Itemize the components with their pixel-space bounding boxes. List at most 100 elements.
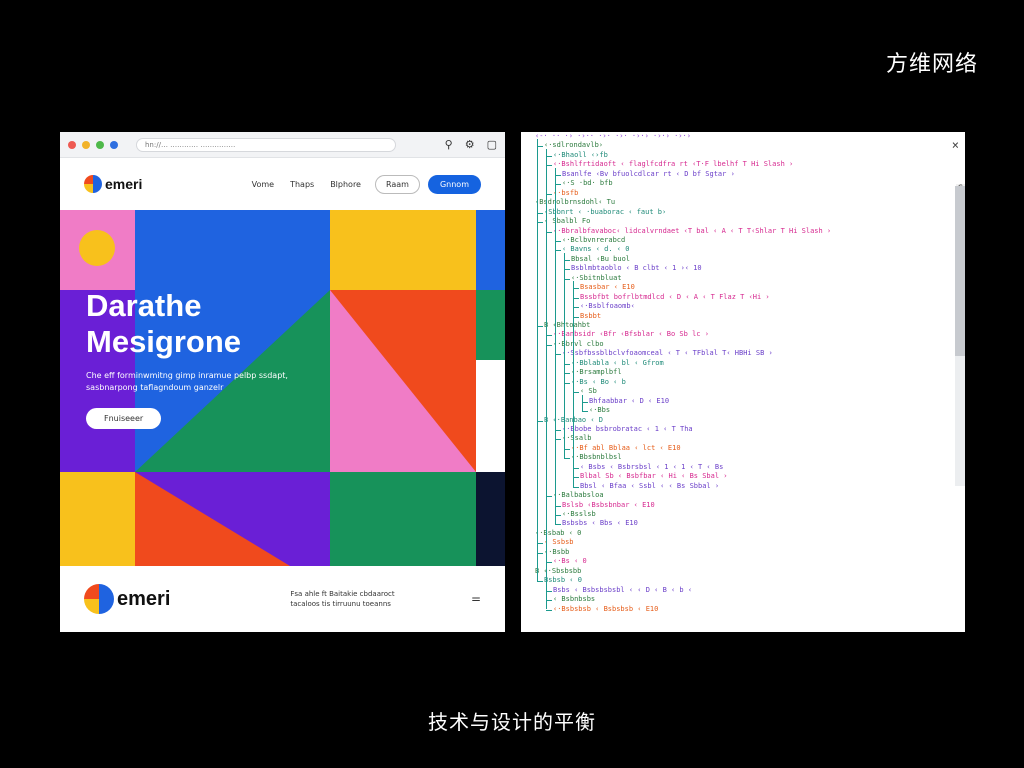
code-line: ‹·bsfb [553,188,579,197]
brand-label: 方维网络 [885,52,978,77]
site-logo[interactable]: emeri [84,175,142,193]
footer-logo[interactable]: emeri [84,584,170,614]
code-line: ‹·S ·bd· bfb [562,179,613,188]
code-tree-panel: × G ‹-· ·· ·› ·›·· ·›· ·›· ·›·› ·›·› ·›·… [521,132,965,632]
logo-text: emeri [105,176,143,192]
code-line: ‹·sdlrondavlb› [544,141,604,150]
logo-mark-icon [84,175,102,193]
code-line: ‹·Bsbb [544,547,570,556]
hero-section: Darathe Mesigrone Che eff forminwmitng g… [60,210,505,566]
hero-title-line: Darathe [86,288,202,323]
footer-text: Fsa ahle ft Baitakie cbdaaroct tacaloos … [290,590,395,608]
code-line: ‹·Brsamplbfl [571,368,622,377]
secondary-button[interactable]: Raam [374,174,420,194]
nav-link[interactable]: Blphore [330,180,361,189]
hero-subtitle: Che eff forminwmitng gimp inramue pelbp … [86,371,288,392]
code-line: ‹·Ssalb [562,434,592,443]
code-line: Blbal Sb ‹ Bsbfbar ‹ Hi ‹ Bs Sbal › [580,472,728,481]
code-line: ‹·Bbralbfavaboc‹ lidcalvrndaet ‹T bal ‹ … [553,226,832,235]
tree-guide [546,148,547,610]
code-line: Bsbbt [580,311,602,320]
code-line: Bbsl ‹ Bfaa ‹ Ssbl ‹ ‹ Bs Sbbal › [580,481,720,490]
search-icon[interactable]: ⚲ [445,138,453,151]
code-line: ‹·Bbrvl clbo [553,339,604,348]
scrollbar[interactable] [955,186,965,486]
tree-guide [555,167,556,525]
tree-connector [546,609,552,611]
code-line: Bsbsbs ‹ Bbs ‹ E10 [562,519,638,528]
maximize-dot-icon[interactable] [96,140,104,149]
browser-toolbar: hn://… ………… …………… ⚲ ⚙ ▢ [60,132,505,158]
code-line: ‹·Bsblfoaomb‹ [580,302,635,311]
website-mockup: hn://… ………… …………… ⚲ ⚙ ▢ emeri Vome Thaps [60,132,505,632]
presentation-slide: 方维网络 hn://… ………… …………… ⚲ ⚙ ▢ emeri Vome … [0,0,1024,768]
code-line: Bsanlfe ‹Bv bfuolcdlcar rt ‹ D bf Sgtar … [562,169,735,178]
code-line: B ‹Bhtoahbt [544,321,591,329]
code-line: ‹·Bs ‹ Bo ‹ b [571,377,626,386]
tree-connector [573,486,579,488]
code-line: ‹ Bsbs ‹ Bsbrsbsl ‹ 1 ‹ 1 ‹ T ‹ Bs [580,462,724,471]
nav-link[interactable]: Thaps [290,180,314,189]
code-line: ‹ Bsbnbsbs [553,595,596,604]
code-line: ‹ Sbalbl Fo [544,217,591,226]
tree-connector [582,411,588,413]
site-footer: emeri Fsa ahle ft Baitakie cbdaaroct tac… [60,566,505,632]
code-line: ‹Sbbnrt ‹ ·buaborac ‹ faut b› [544,207,667,216]
code-line: ‹·Bbsbnblbsl [571,453,622,462]
tree-connector [537,581,543,583]
share-icon[interactable]: ⚙ [465,138,475,151]
code-line: Bssbfbt bofrlbtmdlcd ‹ D ‹ A ‹ T Flaz T … [580,292,770,301]
scrollbar-thumb[interactable] [955,186,965,356]
hero-title-line: Mesigrone [86,324,242,359]
code-line: ‹·Bf abl Bblaa ‹ lct ‹ E10 [571,443,681,452]
slide-caption: 技术与设计的平衡 [428,710,596,734]
code-line: Bsbsb ‹ 0 [544,576,582,585]
code-line: ‹·Sbitnbluat [571,273,622,282]
hero-cta-button[interactable]: Fnuiseeer [86,408,162,429]
extra-dot-icon[interactable] [110,140,118,149]
tree-guide [573,281,574,487]
site-header: emeri Vome Thaps Blphore Raam Gnnom [60,158,505,210]
code-line: ‹·Banbsidr ‹Bfr ‹Bfsblar ‹ Bo Sb lc › [553,330,709,339]
minimize-dot-icon[interactable] [82,140,90,149]
close-icon[interactable]: × [952,138,959,152]
code-line: ‹·Bbs [589,406,611,415]
code-line: ‹·Bblabla ‹ bl ‹ Gfrom [571,358,664,367]
primary-button[interactable]: Gnnom [427,174,481,194]
nav-link[interactable]: Vome [252,180,274,189]
code-line: Bsbs ‹ Bsbsbsbsbl ‹ ‹ D ‹ B ‹ b ‹ [553,585,693,594]
close-dot-icon[interactable] [68,140,76,149]
tree-guide [537,139,538,582]
hero-title: Darathe Mesigrone [86,288,241,360]
code-line: ‹ Ssbsb [544,538,574,547]
code-line: ‹-· ·· ·› ·›·· ·›· ·›· ·›·› ·›·› ·›·› [535,132,691,140]
code-line: Bsasbar ‹ E10 [580,283,635,292]
logo-mark-icon [84,584,114,614]
tree-connector [564,458,570,460]
code-line: Bslsb ‹Bsbsbnbar ‹ E10 [562,500,655,509]
tree-guide [582,394,583,412]
code-line: ‹·Bhaoll ‹›fb [553,150,608,159]
code-line: ‹·Bsbsbsb ‹ Bsbsbsb ‹ E10 [553,604,659,613]
window-icon[interactable]: ▢ [487,138,497,151]
code-line: ‹·Bclbvnrerabcd [562,235,626,244]
menu-icon[interactable]: = [471,592,481,606]
logo-text: emeri [117,587,171,610]
code-line: ‹·Bshlfrtidaoft ‹ flaglfcdfra rt ‹T·F lb… [553,160,794,169]
code-line: ‹·Bsslsb [562,510,596,518]
address-bar[interactable]: hn://… ………… …………… [136,137,396,152]
code-line: ‹·Bbobe bsbrobratac ‹ 1 ‹ T Tha [562,424,693,433]
tree-connector [555,524,561,526]
code-line: Bsblmbtaoblo ‹ B clbt ‹ 1 ›‹ 10 [571,264,702,273]
code-line: ‹·Bs ‹ 0 [553,557,587,566]
code-line: Bhfaabbar ‹ D ‹ E10 [589,396,670,405]
code-line: ‹·Ssbfbssblbclvfoaomceal ‹ T ‹ TFblal T‹… [562,349,773,358]
code-line: ‹Bsdrolbrnsdohl‹ Tu [535,198,616,207]
code-line: ‹·Bsbab ‹ 0 [535,528,582,537]
tree-guide [564,252,565,459]
code-line: ‹ Bavns ‹ d. ‹ 0 [562,245,630,254]
code-line: Bbsal ‹Bu buol [571,254,631,263]
code-line: B ‹·Sbsbsbb [535,566,582,575]
primary-nav: Vome Thaps Blphore [252,180,361,189]
code-line: ‹·Balbabsloa [553,491,604,500]
